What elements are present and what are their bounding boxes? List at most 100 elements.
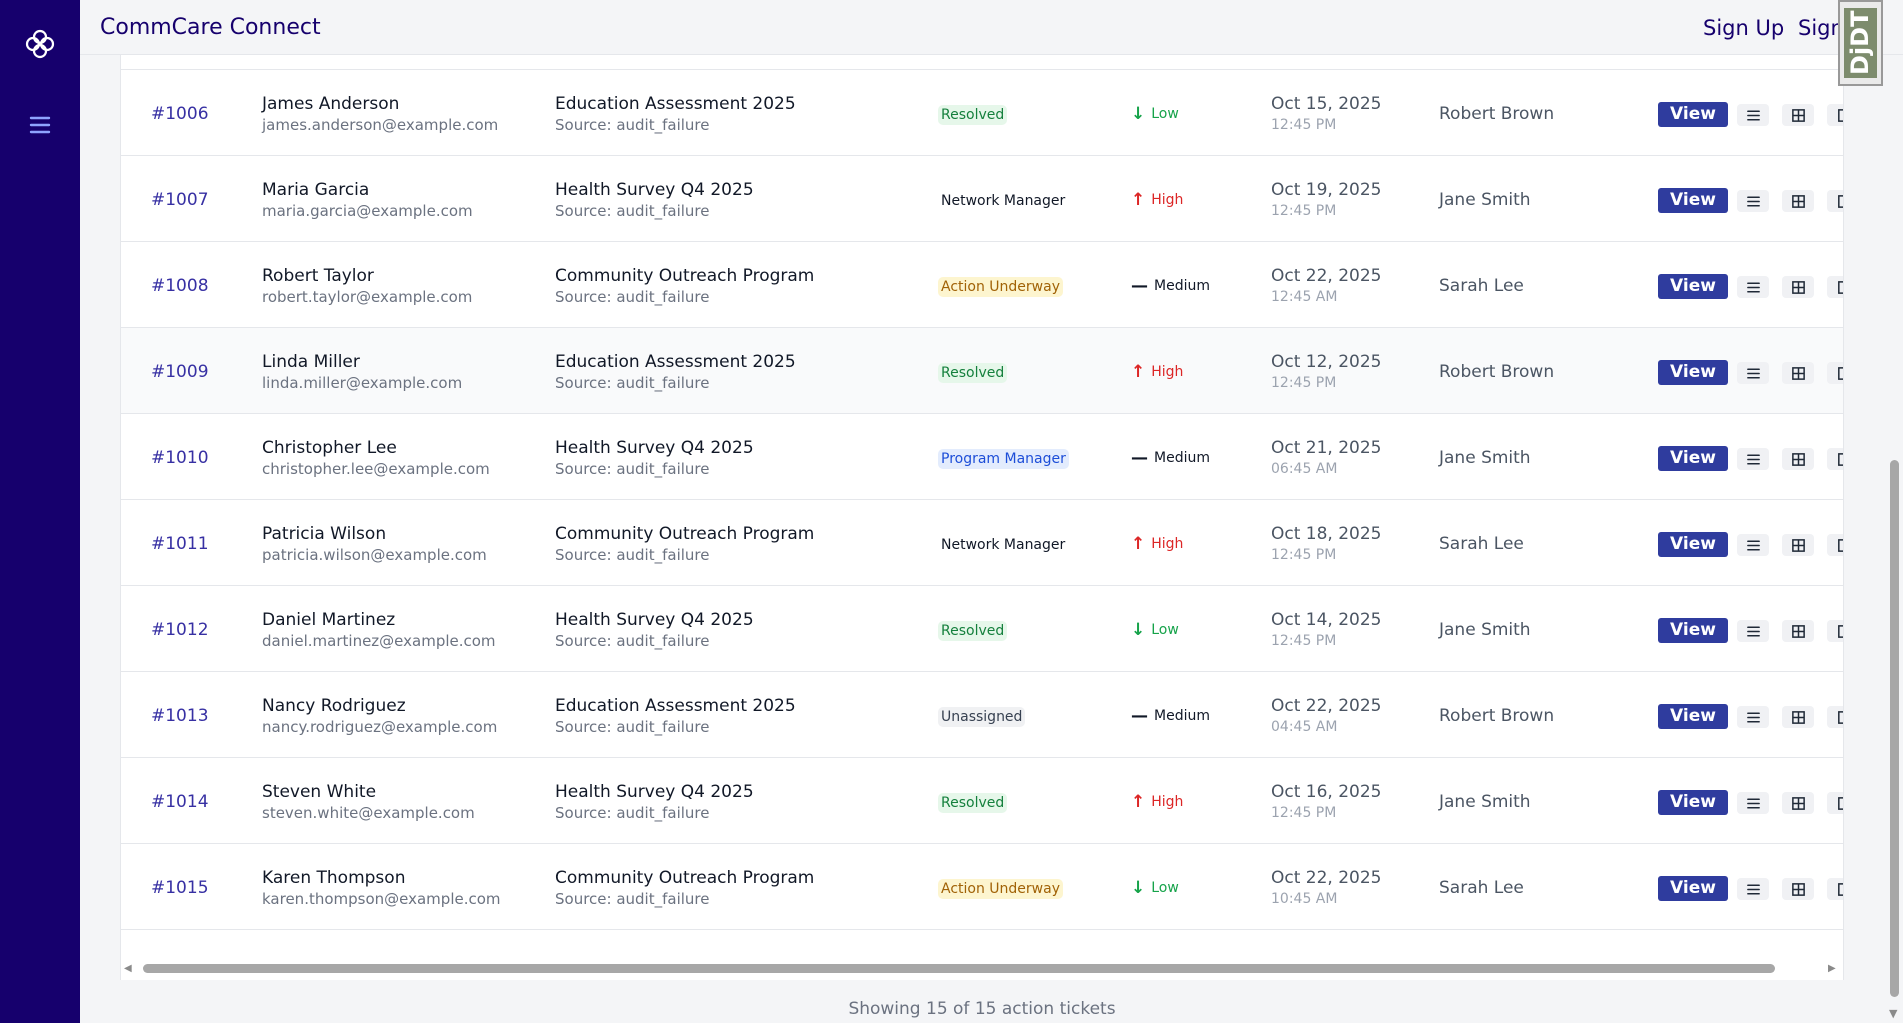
table-row[interactable]: #1011 Patricia Wilson patricia.wilson@exam… — [121, 500, 1843, 586]
grid-view-icon[interactable] — [1782, 104, 1814, 126]
details-list-icon[interactable] — [1737, 706, 1769, 728]
ticket-id-link[interactable]: #1007 — [151, 190, 209, 210]
details-list-icon[interactable] — [1737, 276, 1769, 298]
table-row[interactable]: #1010 Christopher Lee christopher.lee@exam… — [121, 414, 1843, 500]
priority-label: Low — [1151, 106, 1179, 122]
table-row[interactable]: #1008 Robert Taylor robert.taylor@example.… — [121, 242, 1843, 328]
ticket-time: 12:45 AM — [1271, 289, 1338, 305]
ticket-id-link[interactable]: #1012 — [151, 620, 209, 640]
ticket-time: 12:45 PM — [1271, 375, 1337, 391]
table-row[interactable]: #1015 Karen Thompson karen.thompson@exampl… — [121, 844, 1843, 930]
grid-view-icon[interactable] — [1782, 878, 1814, 900]
requester-email: steven.white@example.com — [262, 804, 475, 822]
grid-view-icon[interactable] — [1782, 534, 1814, 556]
view-button[interactable]: View — [1658, 446, 1728, 471]
table-row[interactable]: #1007 Maria Garcia maria.garcia@example.co… — [121, 156, 1843, 242]
details-list-icon[interactable] — [1737, 534, 1769, 556]
ticket-id-link[interactable]: #1011 — [151, 534, 209, 554]
view-button[interactable]: View — [1658, 102, 1728, 127]
horizontal-scrollbar-thumb[interactable] — [143, 964, 1775, 973]
status-badge: Resolved — [938, 621, 1008, 641]
requester-email: robert.taylor@example.com — [262, 288, 473, 306]
table-row[interactable]: #1009 Linda Miller linda.miller@example.co… — [121, 328, 1843, 414]
ticket-date: Oct 19, 2025 — [1271, 180, 1382, 200]
document-icon[interactable] — [1827, 448, 1843, 470]
ticket-id-link[interactable]: #1008 — [151, 276, 209, 296]
ticket-id-link[interactable]: #1014 — [151, 792, 209, 812]
details-list-icon[interactable] — [1737, 104, 1769, 126]
ticket-time: 12:45 PM — [1271, 633, 1337, 649]
scroll-down-arrow-icon[interactable]: ▼ — [1889, 1007, 1897, 1020]
ticket-id-link[interactable]: #1015 — [151, 878, 209, 898]
requester-email: james.anderson@example.com — [262, 116, 499, 134]
view-button[interactable]: View — [1658, 360, 1728, 385]
grid-view-icon[interactable] — [1782, 448, 1814, 470]
document-icon[interactable] — [1827, 190, 1843, 212]
status-badge: Action Underway — [938, 879, 1063, 899]
assignee-name: Jane Smith — [1439, 792, 1531, 812]
table-row[interactable]: #1012 Daniel Martinez daniel.martinez@exam… — [121, 586, 1843, 672]
debug-toolbar-handle[interactable]: DjDT — [1838, 0, 1883, 86]
grid-view-icon[interactable] — [1782, 792, 1814, 814]
table-row[interactable]: #1014 Steven White steven.white@example.co… — [121, 758, 1843, 844]
details-list-icon[interactable] — [1737, 878, 1769, 900]
vertical-scrollbar[interactable]: ▼ — [1886, 55, 1903, 1023]
requester-name: James Anderson — [262, 94, 400, 114]
horizontal-scrollbar[interactable]: ◀ ▶ — [124, 962, 1840, 974]
ticket-id-link[interactable]: #1009 — [151, 362, 209, 382]
view-button[interactable]: View — [1658, 790, 1728, 815]
details-list-icon[interactable] — [1737, 448, 1769, 470]
priority-indicator: ↓ Low — [1131, 104, 1179, 124]
details-list-icon[interactable] — [1737, 362, 1769, 384]
document-icon[interactable] — [1827, 534, 1843, 556]
ticket-date: Oct 16, 2025 — [1271, 782, 1382, 802]
view-button[interactable]: View — [1658, 532, 1728, 557]
ticket-id-link[interactable]: #1013 — [151, 706, 209, 726]
document-icon[interactable] — [1827, 104, 1843, 126]
grid-view-icon[interactable] — [1782, 276, 1814, 298]
grid-view-icon[interactable] — [1782, 620, 1814, 642]
vertical-scrollbar-thumb[interactable] — [1890, 460, 1899, 997]
ticket-id-link[interactable]: #1010 — [151, 448, 209, 468]
requester-name: Christopher Lee — [262, 438, 397, 458]
document-icon[interactable] — [1827, 276, 1843, 298]
scroll-right-arrow-icon[interactable]: ▶ — [1828, 963, 1836, 974]
details-list-icon[interactable] — [1737, 620, 1769, 642]
document-icon[interactable] — [1827, 706, 1843, 728]
details-list-icon[interactable] — [1737, 190, 1769, 212]
document-icon[interactable] — [1827, 362, 1843, 384]
table-row[interactable]: #1006 James Anderson james.anderson@exampl… — [121, 70, 1843, 156]
assignee-name: Robert Brown — [1439, 104, 1555, 124]
sign-up-link[interactable]: Sign Up — [1703, 16, 1784, 40]
view-button[interactable]: View — [1658, 876, 1728, 901]
app-title[interactable]: CommCare Connect — [100, 15, 321, 40]
assignee-name: Jane Smith — [1439, 190, 1531, 210]
app-logo-icon[interactable] — [24, 28, 56, 60]
ticket-time: 04:45 AM — [1271, 719, 1338, 735]
grid-view-icon[interactable] — [1782, 706, 1814, 728]
priority-indicator: ↓ Low — [1131, 878, 1179, 898]
view-button[interactable]: View — [1658, 188, 1728, 213]
document-icon[interactable] — [1827, 620, 1843, 642]
requester-email: nancy.rodriguez@example.com — [262, 718, 498, 736]
requester-name: Robert Taylor — [262, 266, 374, 286]
ticket-id-link[interactable]: #1006 — [151, 104, 209, 124]
details-list-icon[interactable] — [1737, 792, 1769, 814]
priority-label: Medium — [1154, 708, 1210, 724]
view-button[interactable]: View — [1658, 618, 1728, 643]
scroll-left-arrow-icon[interactable]: ◀ — [124, 963, 132, 974]
requester-email: daniel.martinez@example.com — [262, 632, 496, 650]
document-icon[interactable] — [1827, 878, 1843, 900]
survey-name: Education Assessment 2025 — [555, 696, 796, 716]
priority-high-arrow-icon: ↑ — [1131, 362, 1146, 382]
priority-indicator: — Medium — [1131, 448, 1210, 468]
table-summary: Showing 15 of 15 action tickets — [848, 999, 1116, 1019]
hamburger-menu-icon[interactable] — [28, 113, 52, 137]
priority-indicator: — Medium — [1131, 706, 1210, 726]
document-icon[interactable] — [1827, 792, 1843, 814]
grid-view-icon[interactable] — [1782, 362, 1814, 384]
view-button[interactable]: View — [1658, 274, 1728, 299]
table-row[interactable]: #1013 Nancy Rodriguez nancy.rodriguez@exam… — [121, 672, 1843, 758]
grid-view-icon[interactable] — [1782, 190, 1814, 212]
view-button[interactable]: View — [1658, 704, 1728, 729]
